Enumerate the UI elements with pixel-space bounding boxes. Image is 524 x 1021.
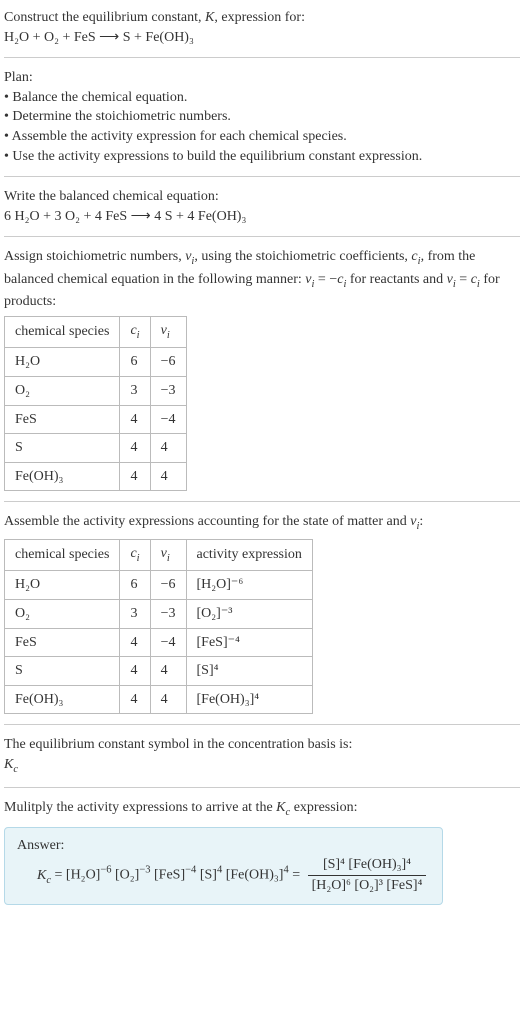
divider: [4, 501, 520, 502]
cell-species: S: [5, 657, 120, 686]
cell-species: Fe(OH)₃: [5, 685, 120, 714]
table-row: H₂O 6 −6: [5, 348, 187, 377]
answer-box: Answer: Kc = [H₂O]−6 [O₂]−3 [FeS]−4 [S]4…: [4, 827, 443, 905]
table-row: S 4 4 [S]⁴: [5, 657, 313, 686]
table-row: Fe(OH)₃ 4 4 [Fe(OH)₃]⁴: [5, 685, 313, 714]
plan-bullet-3: • Assemble the activity expression for e…: [4, 127, 520, 147]
cell-v: −6: [150, 571, 186, 600]
plan-bullet-1: • Balance the chemical equation.: [4, 88, 520, 108]
cell-v: 4: [150, 685, 186, 714]
cell-species: H₂O: [5, 571, 120, 600]
plan-bullet-4: • Use the activity expressions to build …: [4, 147, 520, 167]
table-header-row: chemical species ci νi: [5, 316, 187, 347]
table-row: FeS 4 −4: [5, 405, 187, 434]
cell-v: 4: [150, 657, 186, 686]
plan-section: Plan: • Balance the chemical equation. •…: [4, 68, 520, 166]
cell-c: 3: [120, 376, 150, 405]
divider: [4, 787, 520, 788]
cell-c: 4: [120, 462, 150, 491]
assign-section: Assign stoichiometric numbers, νi, using…: [4, 247, 520, 491]
cell-c: 3: [120, 599, 150, 628]
cell-v: 4: [150, 462, 186, 491]
cell-activity: [Fe(OH)₃]⁴: [186, 685, 312, 714]
stoich-table: chemical species ci νi H₂O 6 −6 O₂ 3 −3 …: [4, 316, 187, 491]
cell-species: H₂O: [5, 348, 120, 377]
cell-species: O₂: [5, 599, 120, 628]
assign-text: Assign stoichiometric numbers, νi, using…: [4, 247, 520, 312]
answer-denominator: [H₂O]⁶ [O₂]³ [FeS]⁴: [308, 876, 427, 896]
col-species: chemical species: [5, 539, 120, 570]
table-row: FeS 4 −4 [FeS]⁻⁴: [5, 628, 313, 657]
answer-expression: Kc = [H₂O]−6 [O₂]−3 [FeS]−4 [S]4 [Fe(OH)…: [37, 855, 430, 895]
balanced-section: Write the balanced chemical equation: 6 …: [4, 187, 520, 226]
symbol-section: The equilibrium constant symbol in the c…: [4, 735, 520, 777]
cell-v: −6: [150, 348, 186, 377]
assemble-text: Assemble the activity expressions accoun…: [4, 512, 520, 534]
cell-c: 4: [120, 434, 150, 463]
plan-title: Plan:: [4, 68, 520, 88]
cell-c: 6: [120, 348, 150, 377]
col-ci: ci: [120, 539, 150, 570]
multiply-section: Mulitply the activity expressions to arr…: [4, 798, 520, 904]
table-row: O₂ 3 −3 [O₂]⁻³: [5, 599, 313, 628]
activity-table: chemical species ci νi activity expressi…: [4, 539, 313, 714]
table-row: Fe(OH)₃ 4 4: [5, 462, 187, 491]
col-ci: ci: [120, 316, 150, 347]
cell-c: 4: [120, 628, 150, 657]
cell-v: −4: [150, 405, 186, 434]
table-row: H₂O 6 −6 [H₂O]⁻⁶: [5, 571, 313, 600]
cell-c: 4: [120, 657, 150, 686]
cell-species: FeS: [5, 405, 120, 434]
col-vi: νi: [150, 316, 186, 347]
cell-v: −3: [150, 376, 186, 405]
divider: [4, 236, 520, 237]
balanced-equation: 6 H₂O + 3 O₂ + 4 FeS ⟶ 4 S + 4 Fe(OH)₃: [4, 207, 520, 227]
cell-v: −3: [150, 599, 186, 628]
problem-equation: H₂O + O₂ + FeS ⟶ S + Fe(OH)₃: [4, 28, 520, 48]
cell-c: 4: [120, 405, 150, 434]
problem-statement: Construct the equilibrium constant, K, e…: [4, 8, 520, 47]
table-row: O₂ 3 −3: [5, 376, 187, 405]
cell-activity: [O₂]⁻³: [186, 599, 312, 628]
divider: [4, 176, 520, 177]
col-species: chemical species: [5, 316, 120, 347]
multiply-text: Mulitply the activity expressions to arr…: [4, 798, 520, 820]
cell-species: Fe(OH)₃: [5, 462, 120, 491]
table-row: S 4 4: [5, 434, 187, 463]
cell-c: 6: [120, 571, 150, 600]
balanced-title: Write the balanced chemical equation:: [4, 187, 520, 207]
cell-activity: [S]⁴: [186, 657, 312, 686]
divider: [4, 57, 520, 58]
cell-activity: [H₂O]⁻⁶: [186, 571, 312, 600]
answer-label: Answer:: [17, 836, 430, 856]
table-header-row: chemical species ci νi activity expressi…: [5, 539, 313, 570]
cell-activity: [FeS]⁻⁴: [186, 628, 312, 657]
assemble-section: Assemble the activity expressions accoun…: [4, 512, 520, 714]
problem-line1: Construct the equilibrium constant, K, e…: [4, 8, 520, 28]
symbol-kc: Kc: [4, 755, 520, 777]
cell-v: −4: [150, 628, 186, 657]
cell-species: FeS: [5, 628, 120, 657]
col-vi: νi: [150, 539, 186, 570]
cell-species: O₂: [5, 376, 120, 405]
cell-c: 4: [120, 685, 150, 714]
col-activity: activity expression: [186, 539, 312, 570]
plan-bullet-2: • Determine the stoichiometric numbers.: [4, 107, 520, 127]
divider: [4, 724, 520, 725]
cell-v: 4: [150, 434, 186, 463]
answer-numerator: [S]⁴ [Fe(OH)₃]⁴: [308, 855, 427, 876]
cell-species: S: [5, 434, 120, 463]
symbol-line1: The equilibrium constant symbol in the c…: [4, 735, 520, 755]
